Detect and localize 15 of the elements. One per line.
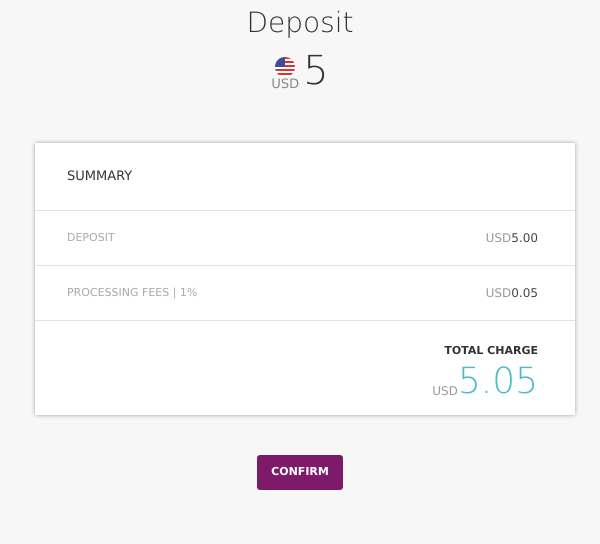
currency-label: USD	[432, 382, 458, 400]
currency-label: USD	[271, 78, 300, 91]
summary-heading: SUMMARY	[35, 143, 575, 211]
row-amount: 5.00	[511, 230, 538, 245]
confirm-button[interactable]: CONFIRM	[257, 455, 343, 490]
total-amount: 5.05	[458, 364, 538, 400]
currency-label: USD	[486, 286, 512, 300]
flag-icon	[274, 56, 296, 78]
page-title: Deposit	[246, 5, 354, 41]
deposit-amount: 5	[303, 51, 329, 91]
row-amount: 0.05	[511, 286, 538, 300]
row-label: PROCESSING FEES | 1%	[67, 284, 198, 301]
total-label: TOTAL CHARGE	[444, 343, 538, 359]
row-label: DEPOSIT	[67, 230, 115, 246]
currency-label: USD	[486, 230, 512, 245]
